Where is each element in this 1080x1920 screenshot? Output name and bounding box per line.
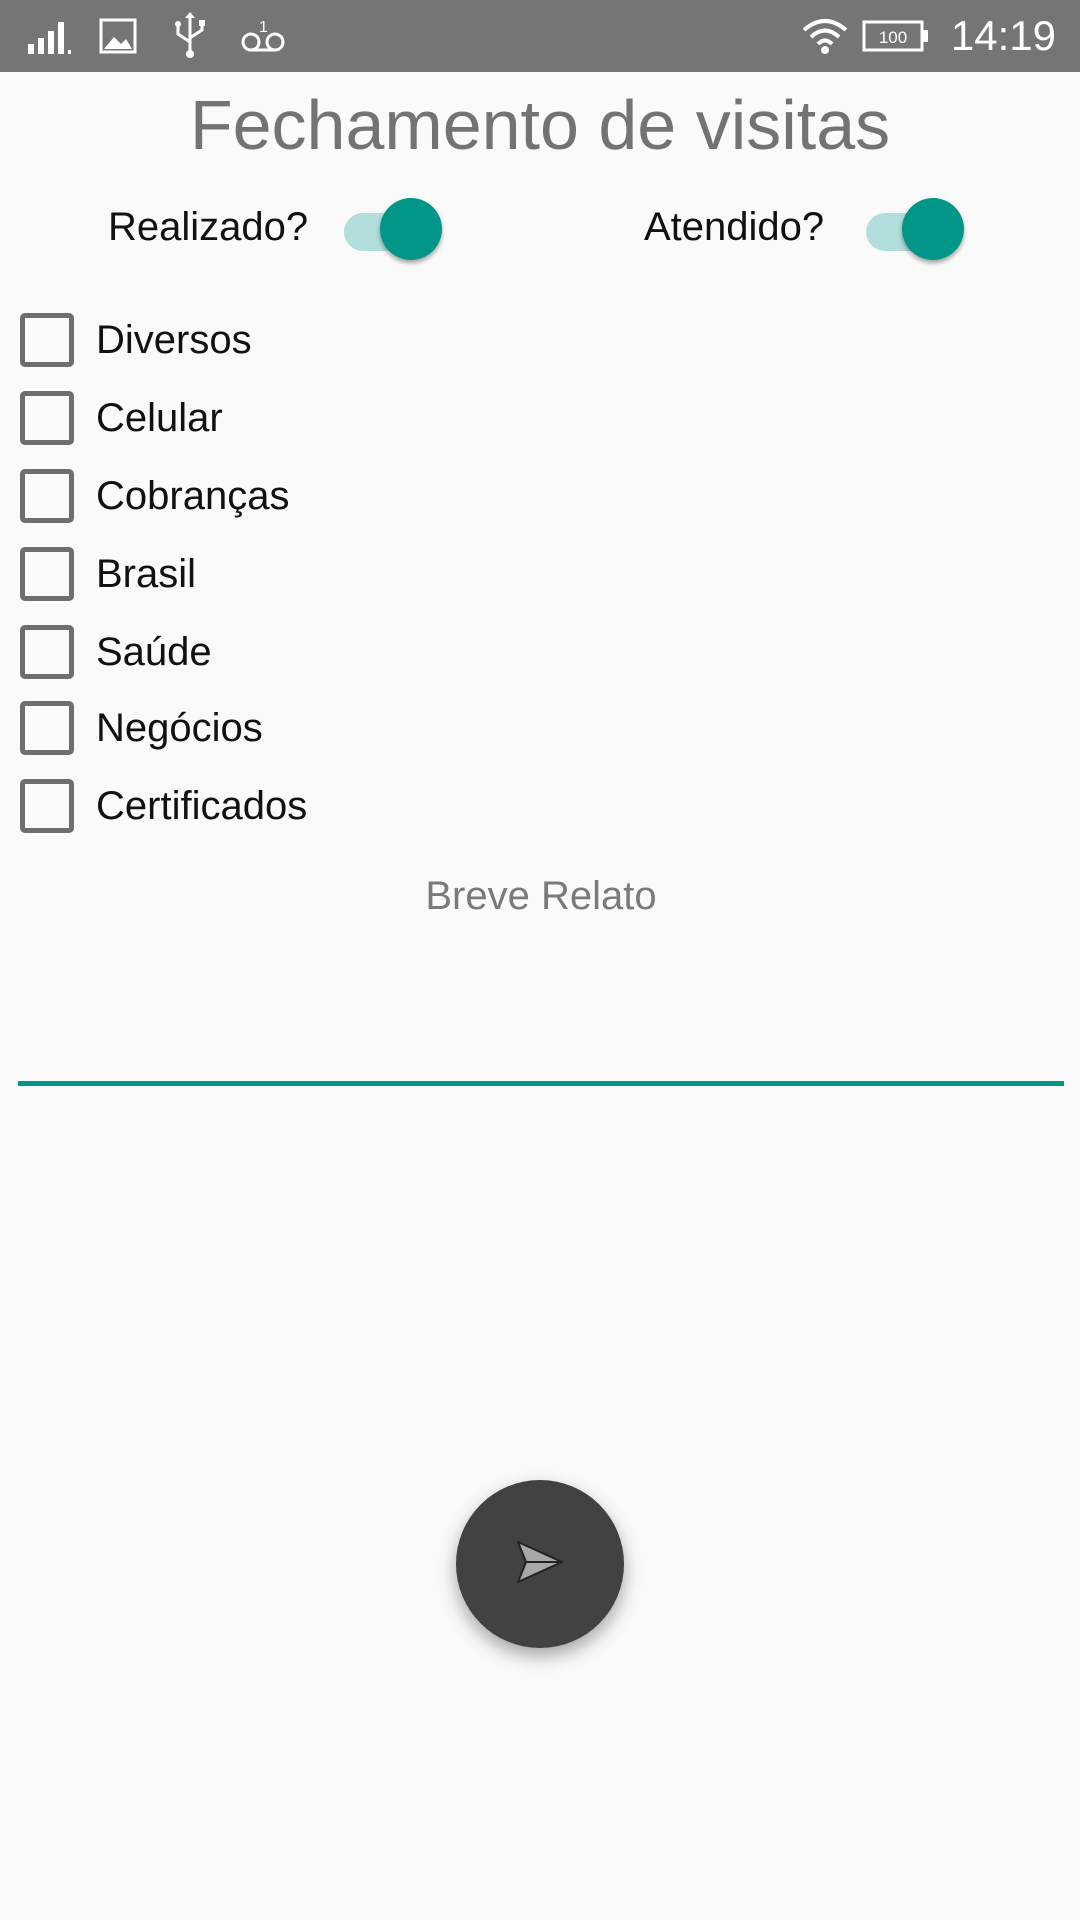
switch-label-atendido: Atendido? — [644, 205, 825, 249]
voicemail-icon: 1 — [238, 0, 288, 72]
checkbox-box[interactable] — [20, 779, 74, 833]
send-button[interactable] — [456, 1480, 624, 1648]
switch-label-realizado: Realizado? — [108, 205, 309, 249]
signal-icon — [26, 0, 76, 72]
checkbox-box[interactable] — [20, 313, 74, 367]
checkbox-box[interactable] — [20, 391, 74, 445]
checkbox-certificados[interactable]: Certificados — [20, 776, 307, 836]
checkbox-label: Negócios — [96, 705, 263, 750]
checkbox-cobrancas[interactable]: Cobranças — [20, 466, 289, 526]
checkbox-celular[interactable]: Celular — [20, 388, 223, 448]
relato-placeholder: Breve Relato — [425, 874, 657, 918]
checkbox-diversos[interactable]: Diversos — [20, 310, 252, 370]
checkbox-label: Celular — [96, 395, 223, 440]
checkbox-label: Cobranças — [96, 473, 290, 518]
checkbox-box[interactable] — [20, 469, 74, 523]
checkbox-label: Saúde — [96, 629, 212, 674]
status-time: 14:19 — [950, 12, 1056, 59]
relato-input[interactable]: Breve Relato — [18, 860, 1064, 1086]
checkbox-negocios[interactable]: Negócios — [20, 698, 263, 758]
send-icon — [515, 1539, 565, 1590]
usb-icon — [170, 0, 210, 72]
checkbox-label: Diversos — [96, 317, 252, 362]
wifi-icon — [800, 0, 850, 72]
realizado-switch[interactable] — [344, 196, 442, 260]
checkbox-label: Brasil — [96, 551, 197, 596]
image-icon — [98, 0, 138, 72]
checkbox-label: Certificados — [96, 783, 308, 828]
relato-underline — [18, 1081, 1064, 1086]
checkbox-box[interactable] — [20, 701, 74, 755]
checkbox-box[interactable] — [20, 625, 74, 679]
checkbox-brasil[interactable]: Brasil — [20, 544, 196, 604]
atendido-switch[interactable] — [866, 196, 964, 260]
status-bar: 1 100 14:19 — [0, 0, 1080, 72]
checkbox-saude[interactable]: Saúde — [20, 622, 212, 682]
svg-text:1: 1 — [259, 19, 268, 36]
battery-icon: 100 — [862, 0, 930, 72]
battery-level: 100 — [879, 28, 907, 47]
page-title: Fechamento de visitas — [189, 86, 891, 164]
switch-thumb — [380, 198, 442, 260]
checkbox-box[interactable] — [20, 547, 74, 601]
switch-thumb — [902, 198, 964, 260]
